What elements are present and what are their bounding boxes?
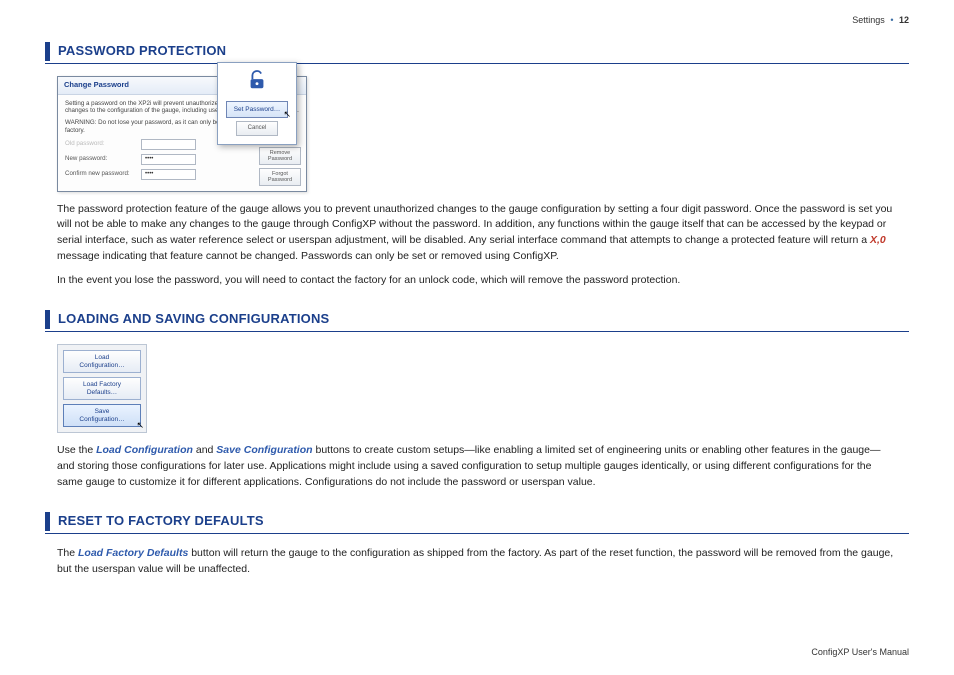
cursor-icon: ↖ xyxy=(283,108,291,121)
load-config-term: Load Configuration xyxy=(96,444,193,456)
config-buttons-block: LoadConfiguration… Load FactoryDefaults…… xyxy=(57,344,147,433)
save-config-term: Save Configuration xyxy=(216,444,312,456)
save-configuration-button[interactable]: SaveConfiguration… ↖ xyxy=(63,404,141,427)
change-password-dialog-wrap: Change Password Setting a password on th… xyxy=(57,76,307,192)
footer-text: ConfigXP User's Manual xyxy=(811,646,909,659)
old-password-label: Old password: xyxy=(65,140,135,149)
page-number: 12 xyxy=(899,15,909,25)
cursor-icon: ↖ xyxy=(136,420,144,430)
section-rule-3 xyxy=(45,533,909,534)
cancel-button[interactable]: Cancel xyxy=(236,121,278,136)
page-header: Settings • 12 xyxy=(852,14,909,27)
set-password-popup: Set Password… ↖ Cancel xyxy=(217,62,297,145)
unlock-icon xyxy=(246,69,268,91)
confirm-password-field[interactable]: •••• xyxy=(141,169,196,180)
section-label: Settings xyxy=(852,15,885,25)
password-paragraph-1: The password protection feature of the g… xyxy=(57,202,897,265)
error-code: X,0 xyxy=(870,234,886,246)
header-separator: • xyxy=(890,15,893,25)
heading-loading-saving: LOADING AND SAVING CONFIGURATIONS xyxy=(45,310,909,329)
password-paragraph-2: In the event you lose the password, you … xyxy=(57,273,897,289)
heading-password-protection: PASSWORD PROTECTION xyxy=(45,42,909,61)
old-password-field[interactable] xyxy=(141,139,196,150)
set-password-button[interactable]: Set Password… ↖ xyxy=(226,101,288,118)
section-rule-2 xyxy=(45,331,909,332)
dialog-side-buttons: RemovePassword ForgotPassword xyxy=(259,147,301,186)
section-rule xyxy=(45,63,909,64)
confirm-password-label: Confirm new password: xyxy=(65,170,135,179)
load-factory-defaults-term: Load Factory Defaults xyxy=(78,547,188,559)
new-password-field[interactable]: •••• xyxy=(141,154,196,165)
reset-paragraph: The Load Factory Defaults button will re… xyxy=(57,546,897,578)
load-configuration-button[interactable]: LoadConfiguration… xyxy=(63,350,141,373)
heading-reset-defaults: RESET TO FACTORY DEFAULTS xyxy=(45,512,909,531)
loadsave-paragraph: Use the Load Configuration and Save Conf… xyxy=(57,443,897,490)
forgot-password-button[interactable]: ForgotPassword xyxy=(259,168,301,186)
new-password-label: New password: xyxy=(65,155,135,164)
remove-password-button[interactable]: RemovePassword xyxy=(259,147,301,165)
load-factory-defaults-button[interactable]: Load FactoryDefaults… xyxy=(63,377,141,400)
